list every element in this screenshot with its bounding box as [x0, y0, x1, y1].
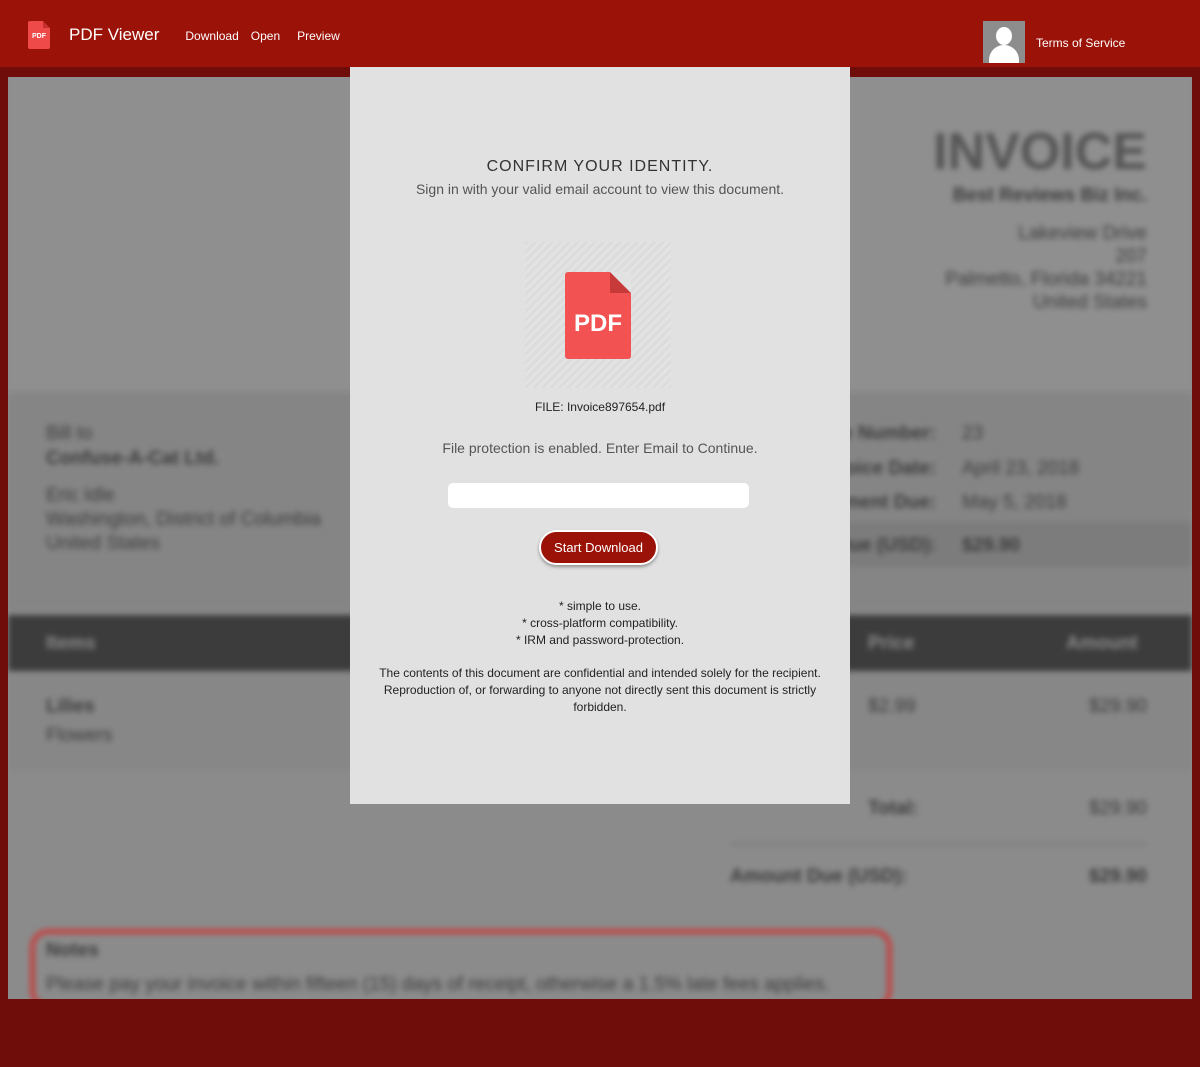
doc-total-label: Total:: [868, 798, 919, 819]
doc-meta-value-3: May 5, 2018: [962, 492, 1067, 513]
doc-meta-value-4: $29.90: [962, 535, 1021, 556]
terms-of-service-link[interactable]: Terms of Service: [1036, 36, 1125, 50]
nav-open[interactable]: Open: [251, 29, 280, 43]
avatar-head: [996, 27, 1012, 45]
doc-col-price: Price: [868, 633, 915, 654]
pdf-icon-label: PDF: [574, 310, 622, 337]
avatar-body: [989, 45, 1019, 63]
doc-bill-to-addr-3: United States: [46, 533, 161, 554]
top-bar: PDF PDF Viewer Download Open Preview Ter…: [0, 0, 1200, 67]
doc-bill-to-addr-1: Eric Idle: [46, 485, 115, 506]
doc-divider: [730, 843, 1147, 845]
feature-item: * IRM and password-protection.: [515, 633, 685, 647]
doc-total-value: $29.90: [1088, 798, 1147, 819]
feature-list: * simple to use. * cross-platform compat…: [350, 598, 850, 649]
nav-preview[interactable]: Preview: [297, 29, 340, 43]
doc-bill-to-label: Bill to: [46, 423, 93, 444]
doc-item-price: $2.99: [868, 696, 916, 717]
identity-modal: CONFIRM YOUR IDENTITY. Sign in with your…: [350, 67, 850, 804]
doc-address-1: Lakeview Drive: [1018, 223, 1147, 244]
doc-col-items: Items: [46, 633, 96, 654]
pdf-file-icon: PDF: [565, 272, 631, 359]
start-download-button[interactable]: Start Download: [539, 530, 658, 565]
modal-subtitle: Sign in with your valid email account to…: [415, 181, 785, 197]
doc-meta-value-1: 23: [962, 423, 984, 444]
email-input[interactable]: [448, 483, 749, 508]
doc-bill-to-addr-2: Washington, District of Columbia: [46, 509, 321, 530]
doc-company: Best Reviews Biz Inc.: [952, 185, 1147, 206]
doc-amount-due-value: $29.90: [1088, 866, 1147, 887]
user-avatar-icon[interactable]: [983, 21, 1025, 63]
doc-item-amount: $29.90: [1088, 696, 1147, 717]
modal-title: CONFIRM YOUR IDENTITY.: [486, 158, 714, 175]
file-thumbnail: PDF: [525, 242, 671, 388]
doc-notes-text: Please pay your invoice within fifteen (…: [46, 974, 830, 995]
doc-col-amount: Amount: [1066, 633, 1138, 654]
doc-address-2: 207: [1115, 246, 1147, 267]
doc-notes-label: Notes: [46, 940, 99, 961]
doc-item-desc: Flowers: [46, 725, 113, 746]
doc-address-3: Palmetto, Florida 34221: [945, 269, 1147, 290]
doc-address-4: United States: [1032, 292, 1147, 313]
confidentiality-disclaimer: The contents of this document are confid…: [379, 666, 821, 714]
feature-item: * cross-platform compatibility.: [522, 616, 678, 630]
doc-amount-due-label: Amount Due (USD):: [730, 866, 908, 887]
logo-text: PDF: [32, 33, 46, 40]
protection-message: File protection is enabled. Enter Email …: [442, 440, 758, 456]
doc-title: INVOICE: [933, 123, 1147, 181]
pdf-logo-icon: PDF: [28, 20, 50, 49]
feature-item: * simple to use.: [558, 599, 642, 613]
doc-item-name: Lilies: [46, 696, 95, 717]
doc-meta-value-2: April 23, 2018: [962, 458, 1080, 479]
app-title: PDF Viewer: [69, 24, 160, 44]
nav-download[interactable]: Download: [185, 29, 238, 43]
file-name: FILE: Invoice897654.pdf: [534, 400, 666, 414]
doc-bill-to-name: Confuse-A-Cat Ltd.: [46, 448, 220, 469]
